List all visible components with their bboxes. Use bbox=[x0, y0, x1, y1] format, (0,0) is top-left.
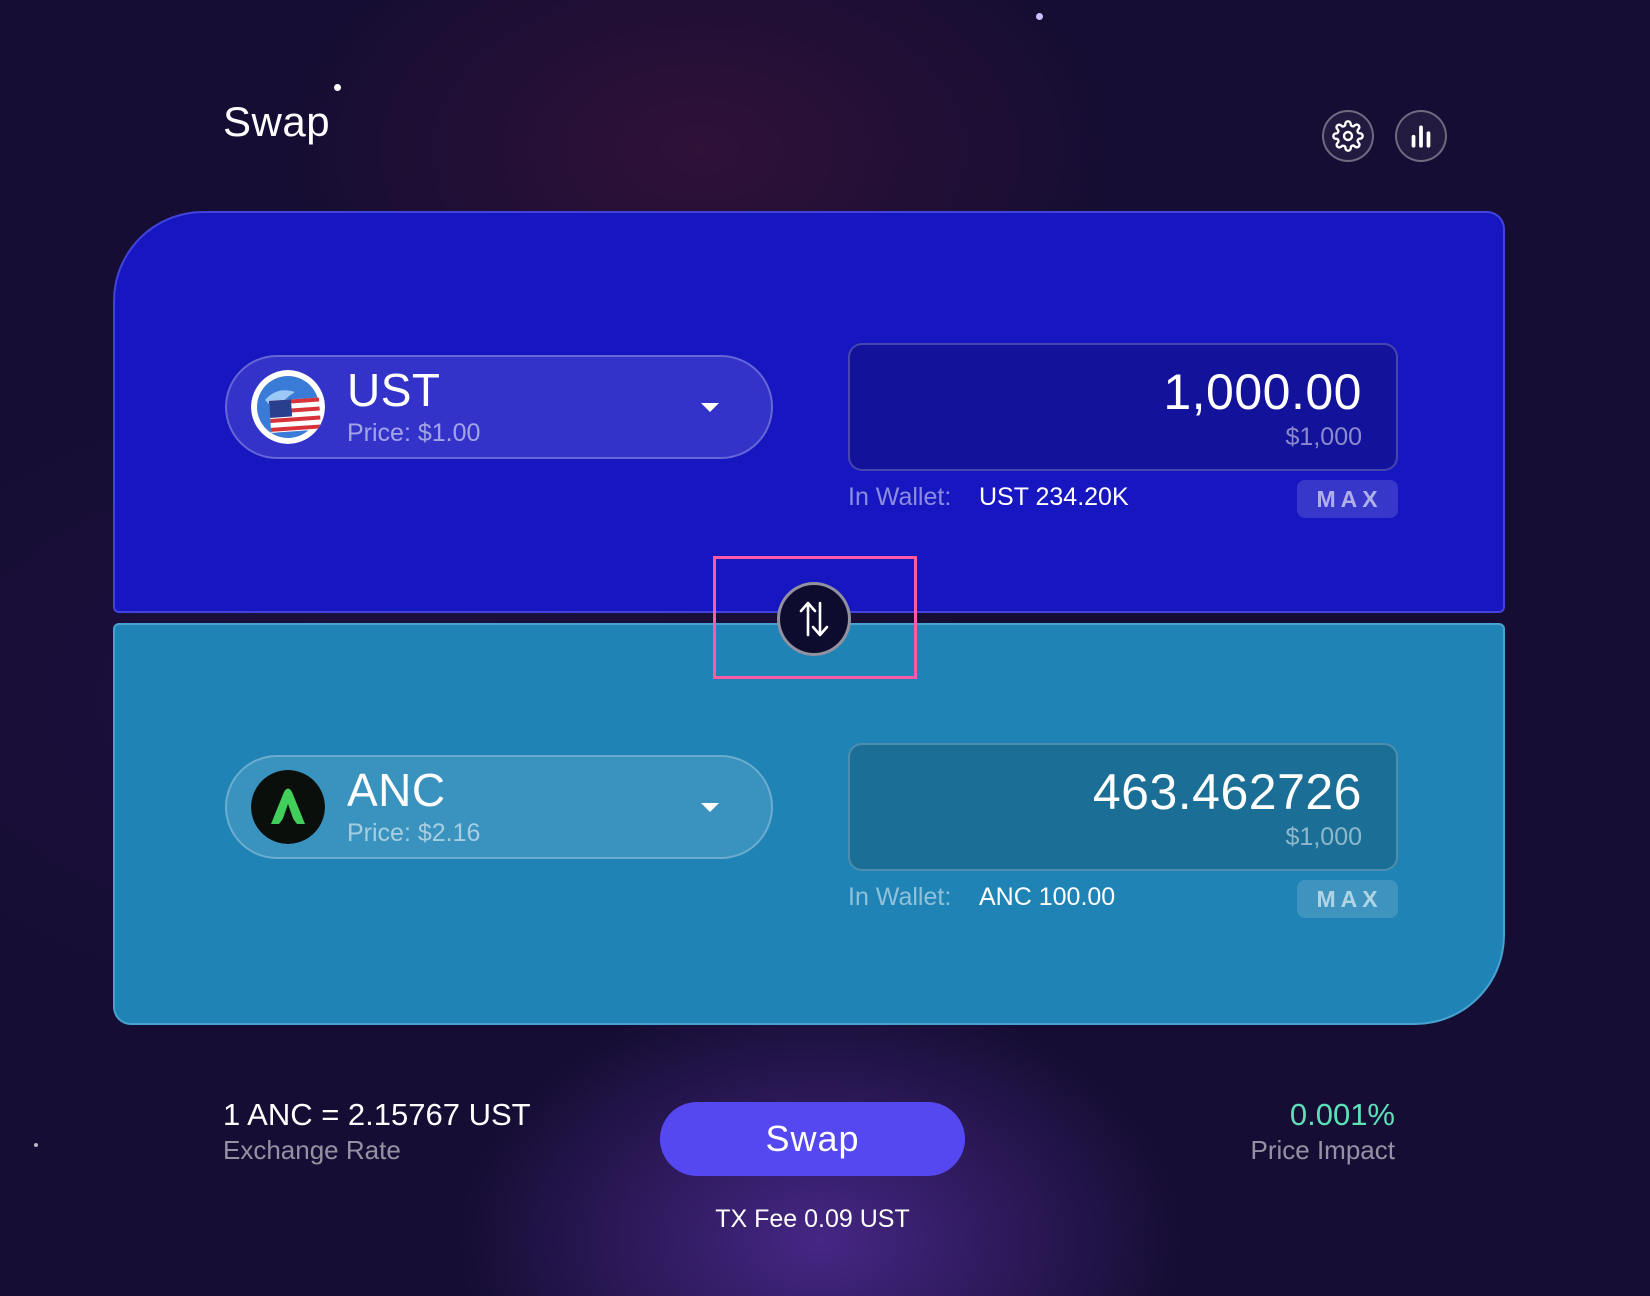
star bbox=[1036, 13, 1043, 20]
to-token-price: Price: $2.16 bbox=[347, 819, 481, 847]
from-amount-value: 1,000.00 bbox=[1163, 364, 1362, 420]
exchange-rate-value: 1 ANC = 2.15767 UST bbox=[223, 1097, 531, 1132]
swap-button[interactable]: Swap bbox=[660, 1102, 965, 1176]
from-amount-usd: $1,000 bbox=[1285, 423, 1362, 451]
highlight-annotation bbox=[713, 556, 917, 679]
price-impact-value: 0.001% bbox=[1289, 1097, 1395, 1132]
settings-button[interactable] bbox=[1322, 110, 1374, 162]
to-max-button[interactable]: MAX bbox=[1297, 880, 1398, 918]
from-amount-input[interactable]: 1,000.00 $1,000 bbox=[848, 343, 1398, 471]
from-wallet-balance: UST 234.20K bbox=[979, 483, 1129, 511]
to-wallet-balance: ANC 100.00 bbox=[979, 883, 1116, 911]
anchor-a-icon bbox=[251, 770, 325, 844]
to-token-symbol: ANC bbox=[347, 764, 446, 816]
tx-fee: TX Fee 0.09 UST bbox=[715, 1205, 910, 1233]
page-title: Swap bbox=[223, 98, 331, 145]
from-token-price: Price: $1.00 bbox=[347, 419, 481, 447]
us-flag-globe-icon bbox=[251, 370, 325, 444]
to-amount-input[interactable]: 463.462726 $1,000 bbox=[848, 743, 1398, 871]
from-max-button[interactable]: MAX bbox=[1297, 480, 1398, 518]
bar-chart-icon bbox=[1411, 125, 1431, 148]
to-token-selector[interactable]: ANC Price: $2.16 bbox=[225, 755, 773, 859]
from-panel: UST Price: $1.00 1,000.00 $1,000 In Wall… bbox=[113, 211, 1505, 613]
from-token-symbol: UST bbox=[347, 364, 441, 416]
chevron-down-icon bbox=[701, 803, 719, 812]
star bbox=[334, 84, 341, 91]
from-wallet-label: In Wallet: bbox=[848, 483, 952, 511]
to-panel: ANC Price: $2.16 463.462726 $1,000 In Wa… bbox=[113, 623, 1505, 1025]
chart-button[interactable] bbox=[1395, 110, 1447, 162]
to-amount-usd: $1,000 bbox=[1285, 823, 1362, 851]
gear-icon bbox=[1332, 120, 1364, 152]
price-impact-label: Price Impact bbox=[1250, 1135, 1396, 1165]
to-amount-value: 463.462726 bbox=[1092, 764, 1362, 820]
chevron-down-icon bbox=[701, 403, 719, 412]
star bbox=[34, 1143, 38, 1147]
to-wallet-label: In Wallet: bbox=[848, 883, 952, 911]
exchange-rate-label: Exchange Rate bbox=[223, 1135, 401, 1165]
from-token-selector[interactable]: UST Price: $1.00 bbox=[225, 355, 773, 459]
